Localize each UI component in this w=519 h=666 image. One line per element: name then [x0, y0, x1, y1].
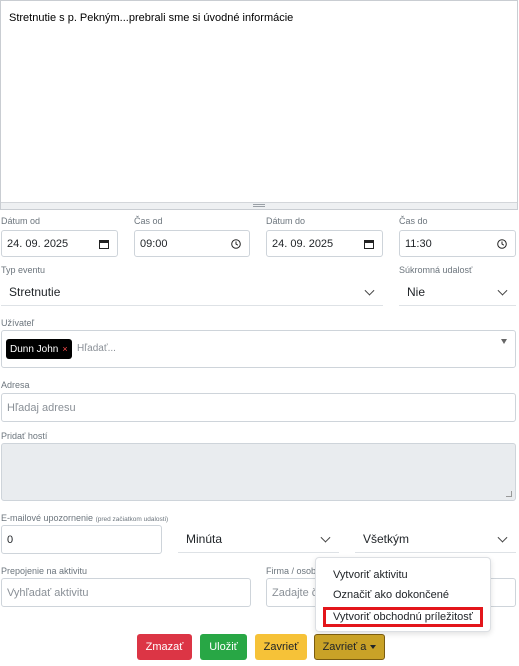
user-tag-label: Dunn John: [10, 343, 59, 355]
delete-button[interactable]: Zmazať: [137, 634, 192, 660]
close-and-button[interactable]: Zavrieť a: [314, 634, 385, 660]
save-button[interactable]: Uložiť: [200, 634, 247, 660]
description-editor[interactable]: Stretnutie s p. Pekným...prebrali sme si…: [0, 0, 518, 210]
date-from-value: 24. 09. 2025: [7, 237, 69, 250]
chevron-down-icon: [320, 532, 331, 543]
calendar-icon[interactable]: [99, 239, 109, 249]
grip-icon: [253, 204, 265, 207]
chevron-down-icon: [497, 285, 508, 296]
reminder-value: 0: [7, 533, 14, 546]
date-to-value: 24. 09. 2025: [272, 237, 334, 250]
reminder-recipients-select[interactable]: Všetkým: [355, 525, 516, 553]
highlight-box: [323, 607, 483, 627]
user-label: Užívateľ: [1, 318, 35, 328]
reminder-label-text: E-mailové upozornenie: [1, 513, 94, 523]
menu-item-mark-done[interactable]: Označiť ako dokončené: [333, 589, 449, 601]
editor-content[interactable]: Stretnutie s p. Pekným...prebrali sme si…: [9, 12, 293, 24]
user-tag: Dunn John ×: [6, 339, 72, 359]
private-event-label: Súkromná udalosť: [399, 265, 473, 275]
guests-textarea[interactable]: [1, 443, 516, 501]
time-to-input[interactable]: 11:30: [399, 230, 516, 257]
event-type-label: Typ eventu: [1, 265, 46, 275]
date-from-input[interactable]: 24. 09. 2025: [1, 230, 118, 257]
calendar-icon[interactable]: [364, 239, 374, 249]
clock-icon[interactable]: [231, 238, 241, 249]
reminder-unit-value: Minúta: [186, 531, 223, 546]
company-placeholder: Zadajte č: [272, 586, 318, 599]
remove-tag-icon[interactable]: ×: [62, 344, 67, 354]
date-to-input[interactable]: 24. 09. 2025: [266, 230, 383, 257]
address-placeholder: Hľadaj adresu: [7, 401, 76, 414]
activity-link-placeholder: Vyhľadať aktivitu: [7, 586, 89, 599]
clock-icon[interactable]: [497, 238, 507, 249]
dropdown-arrow-icon[interactable]: [501, 339, 507, 344]
menu-item-create-activity[interactable]: Vytvoriť aktivitu: [333, 569, 408, 581]
resize-corner-icon[interactable]: [506, 491, 512, 497]
reminder-label: E-mailové upozornenie (pred začiatkom ud…: [1, 513, 168, 523]
time-from-label: Čas od: [134, 216, 163, 226]
activity-link-label: Prepojenie na aktivitu: [1, 566, 88, 576]
time-to-value: 11:30: [405, 237, 432, 250]
company-label: Firma / osob: [266, 566, 317, 576]
address-input[interactable]: Hľadaj adresu: [1, 393, 516, 422]
private-event-value: Nie: [407, 284, 426, 299]
reminder-recipients-value: Všetkým: [363, 531, 410, 546]
close-and-label: Zavrieť a: [322, 641, 367, 653]
chevron-down-icon: [497, 532, 508, 543]
editor-resize-handle[interactable]: [1, 202, 517, 209]
close-button[interactable]: Zavrieť: [255, 634, 307, 660]
activity-link-input[interactable]: Vyhľadať aktivitu: [1, 578, 251, 607]
address-label: Adresa: [1, 380, 30, 390]
chevron-down-icon: [364, 285, 375, 296]
date-from-label: Dátum od: [1, 216, 41, 226]
reminder-unit-select[interactable]: Minúta: [178, 525, 339, 553]
time-to-label: Čas do: [399, 216, 428, 226]
reminder-label-note: (pred začiatkom udalosti): [95, 516, 169, 523]
reminder-value-input[interactable]: 0: [1, 525, 162, 554]
guests-label: Pridať hostí: [1, 431, 48, 441]
user-search-input[interactable]: Hľadať...: [77, 343, 116, 354]
private-event-select[interactable]: Nie: [399, 278, 516, 306]
caret-down-icon: [370, 645, 377, 649]
time-from-value: 09:00: [140, 237, 168, 250]
event-type-select[interactable]: Stretnutie: [1, 278, 383, 306]
time-from-input[interactable]: 09:00: [134, 230, 250, 257]
event-type-value: Stretnutie: [9, 284, 61, 299]
date-to-label: Dátum do: [266, 216, 306, 226]
